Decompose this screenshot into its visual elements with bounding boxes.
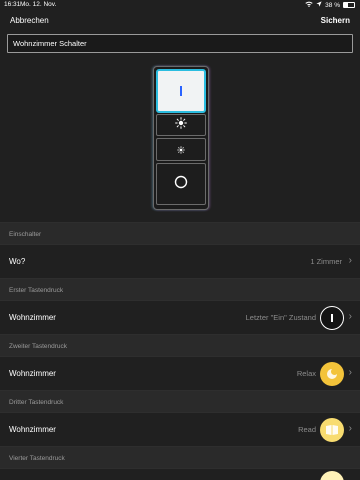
row-value: 1 Zimmer bbox=[310, 257, 342, 266]
last-on-state-icon bbox=[320, 306, 344, 330]
row-first-press[interactable]: Wohnzimmer Letzter "Ein" Zustand › bbox=[0, 300, 360, 334]
row-label: Wohnzimmer bbox=[9, 313, 56, 322]
status-time: 16:31 bbox=[4, 1, 21, 8]
battery-percent: 38 % bbox=[325, 1, 340, 9]
sun-small-icon bbox=[177, 141, 185, 159]
row-where[interactable]: Wo? 1 Zimmer › bbox=[0, 244, 360, 278]
section-title: Vierter Tastendruck bbox=[9, 455, 65, 462]
on-icon bbox=[180, 86, 182, 96]
section-header-fourth-press: Vierter Tastendruck bbox=[0, 446, 360, 468]
section-header-second-press: Zweiter Tastendruck bbox=[0, 334, 360, 356]
section-title: Einschalter bbox=[9, 231, 42, 238]
chevron-right-icon: › bbox=[348, 423, 352, 434]
status-right: 38 % bbox=[305, 1, 355, 9]
status-date: Mo. 12. Nov. bbox=[20, 1, 57, 8]
section-header-first-press: Erster Tastendruck bbox=[0, 278, 360, 300]
dimmer-switch-illustration bbox=[153, 66, 209, 210]
row-value: Relax bbox=[296, 369, 316, 378]
battery-icon bbox=[343, 2, 355, 8]
section-title: Dritter Tastendruck bbox=[9, 399, 64, 406]
brightness-up-button[interactable] bbox=[156, 114, 206, 136]
read-scene-icon bbox=[320, 418, 344, 442]
wifi-icon bbox=[305, 1, 313, 9]
row-value: Read bbox=[298, 425, 316, 434]
sun-large-icon bbox=[175, 116, 187, 134]
section-header-on-switch: Einschalter bbox=[0, 222, 360, 244]
chevron-right-icon: › bbox=[348, 311, 352, 322]
section-title: Zweiter Tastendruck bbox=[9, 343, 68, 350]
scene-icon bbox=[320, 471, 344, 480]
switch-name-input[interactable] bbox=[7, 34, 353, 53]
battery-fill bbox=[344, 3, 348, 7]
row-label: Wo? bbox=[9, 257, 26, 266]
row-second-press[interactable]: Wohnzimmer Relax › bbox=[0, 356, 360, 390]
section-header-third-press: Dritter Tastendruck bbox=[0, 390, 360, 412]
chevron-right-icon: › bbox=[348, 255, 352, 266]
brightness-down-button[interactable] bbox=[156, 138, 206, 161]
save-button[interactable]: Sichern bbox=[321, 16, 350, 25]
row-third-press[interactable]: Wohnzimmer Read › bbox=[0, 412, 360, 446]
row-label: Wohnzimmer bbox=[9, 425, 56, 434]
section-title: Erster Tastendruck bbox=[9, 287, 64, 294]
nav-bar: Abbrechen Sichern bbox=[0, 13, 360, 31]
status-bar: 16:31 Mo. 12. Nov. 38 % bbox=[0, 0, 360, 10]
location-icon bbox=[316, 1, 322, 9]
off-button[interactable] bbox=[156, 163, 206, 205]
relax-scene-icon bbox=[320, 362, 344, 386]
row-fourth-press[interactable] bbox=[0, 468, 360, 480]
on-button[interactable] bbox=[156, 69, 206, 113]
cancel-button[interactable]: Abbrechen bbox=[10, 16, 49, 25]
chevron-right-icon: › bbox=[348, 367, 352, 378]
row-value: Letzter "Ein" Zustand bbox=[245, 313, 316, 322]
row-label: Wohnzimmer bbox=[9, 369, 56, 378]
circle-icon bbox=[174, 175, 188, 194]
